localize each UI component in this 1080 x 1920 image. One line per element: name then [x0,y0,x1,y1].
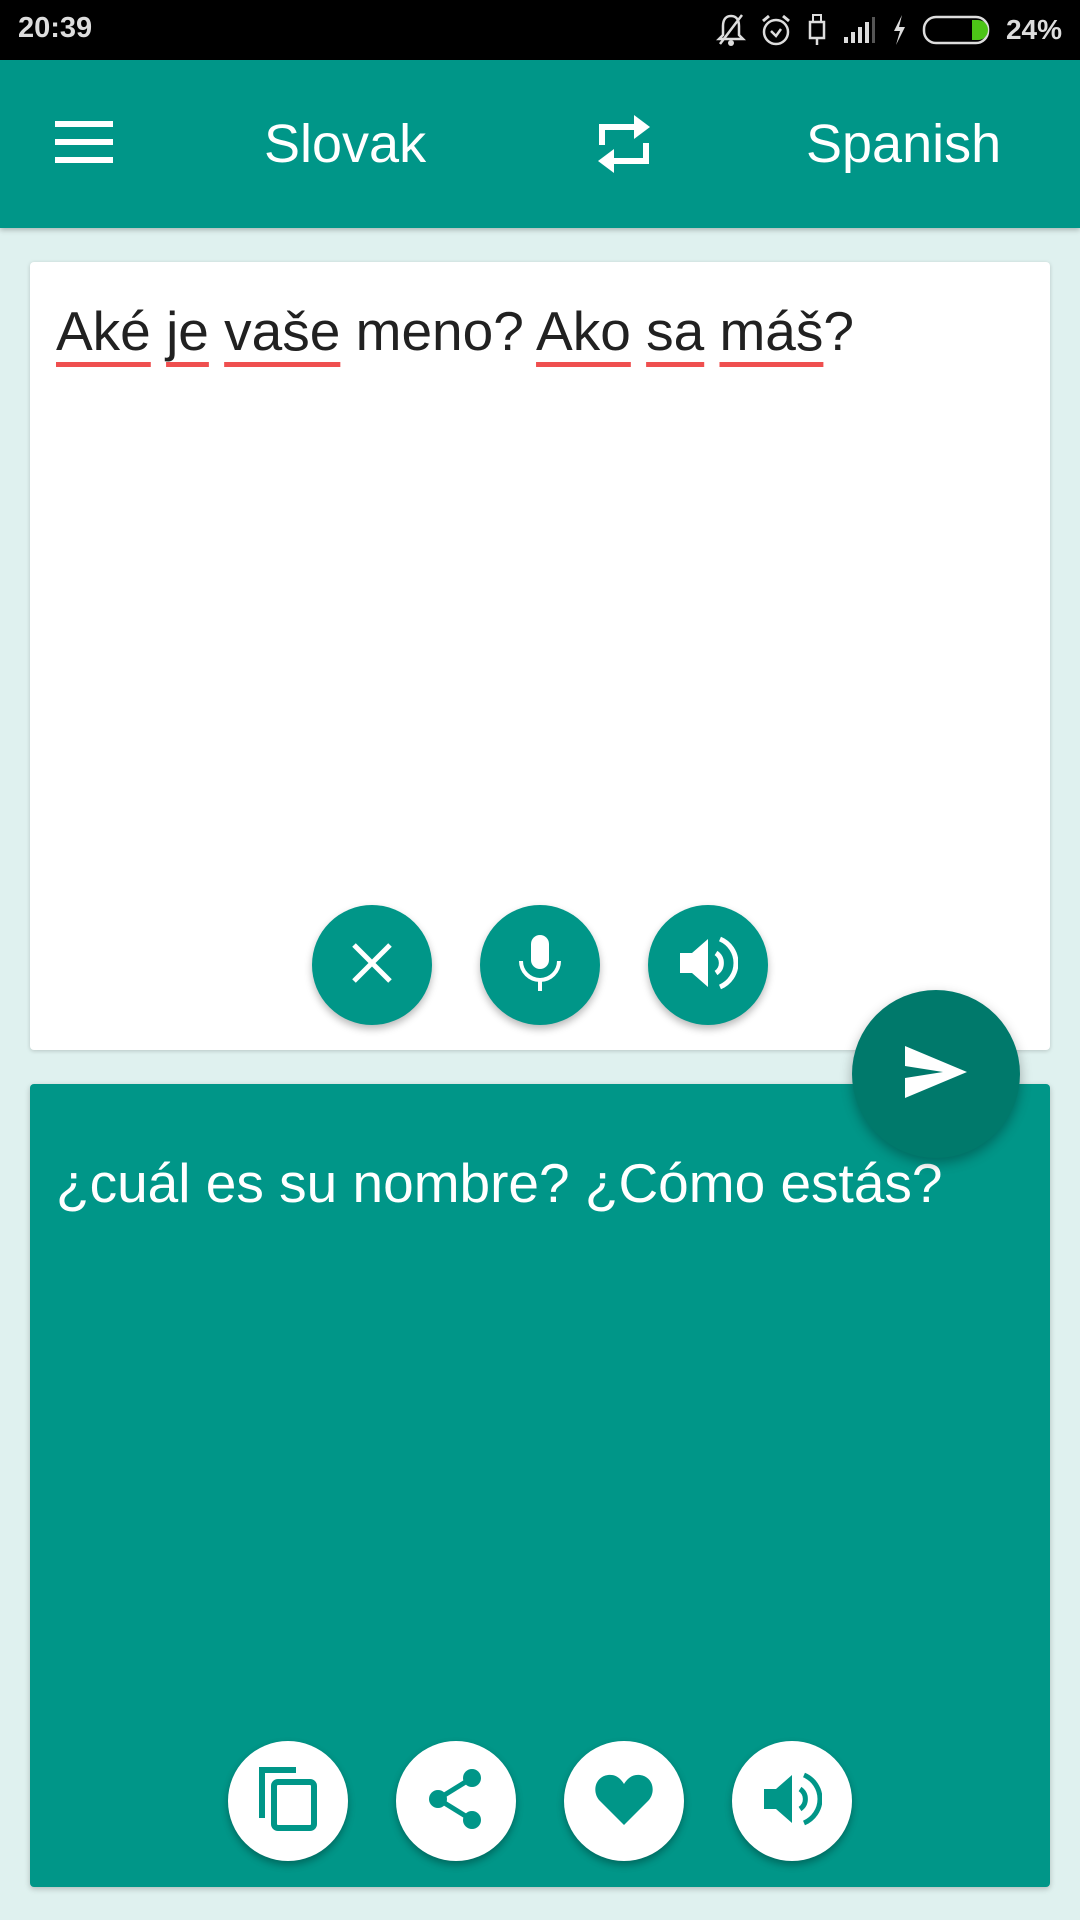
input-card: Aké je vaše meno? Ako sa máš? [30,262,1050,1050]
status-bar: 20:39 24% [0,0,1080,60]
text-segment [631,300,646,362]
text-segment: meno? [340,300,537,362]
text-segment [209,300,224,362]
menu-button[interactable] [40,110,128,178]
misspelled-word: je [166,300,209,362]
copy-icon [258,1766,318,1837]
usb-icon [806,12,828,48]
speaker-icon [678,935,739,996]
translate-send-button[interactable] [852,990,1020,1158]
text-segment: ? [823,300,854,362]
speak-output-button[interactable] [732,1741,852,1861]
misspelled-word: Aké [56,300,151,362]
translated-text: ¿cuál es su nombre? ¿Cómo estás? [56,1152,943,1214]
hamburger-menu-icon [55,120,113,168]
microphone-button[interactable] [480,905,600,1025]
battery-percent: 24% [1005,14,1062,45]
send-icon [903,1044,969,1105]
text-segment [704,300,719,362]
charging-icon [890,13,908,47]
target-language-selector[interactable]: Spanish [806,112,1001,176]
bell-off-icon [715,13,746,47]
misspelled-word: vaše [224,300,341,362]
favorite-button[interactable] [564,1741,684,1861]
misspelled-word: máš [719,300,824,362]
microphone-icon [517,933,563,998]
source-language-selector[interactable]: Slovak [264,112,426,176]
share-icon [426,1768,486,1835]
signal-icon [842,15,876,45]
speak-input-button[interactable] [648,905,768,1025]
swap-languages-icon [596,113,652,180]
speaker-icon [762,1771,823,1832]
swap-languages-button[interactable] [580,108,668,184]
misspelled-word: Ako [536,300,631,362]
battery-icon [922,14,992,46]
close-icon [350,941,394,990]
misspelled-word: sa [646,300,705,362]
copy-button[interactable] [228,1741,348,1861]
status-time: 20:39 [18,12,93,44]
share-button[interactable] [396,1741,516,1861]
output-card: ¿cuál es su nombre? ¿Cómo estás? [30,1084,1050,1887]
status-icons: 24% [715,10,1062,50]
clear-button[interactable] [312,905,432,1025]
source-text-input[interactable]: Aké je vaše meno? Ako sa máš? [56,296,1024,368]
heart-icon [594,1771,654,1832]
app-bar: Slovak Spanish [0,60,1080,228]
text-segment [151,300,166,362]
alarm-icon [760,13,792,47]
